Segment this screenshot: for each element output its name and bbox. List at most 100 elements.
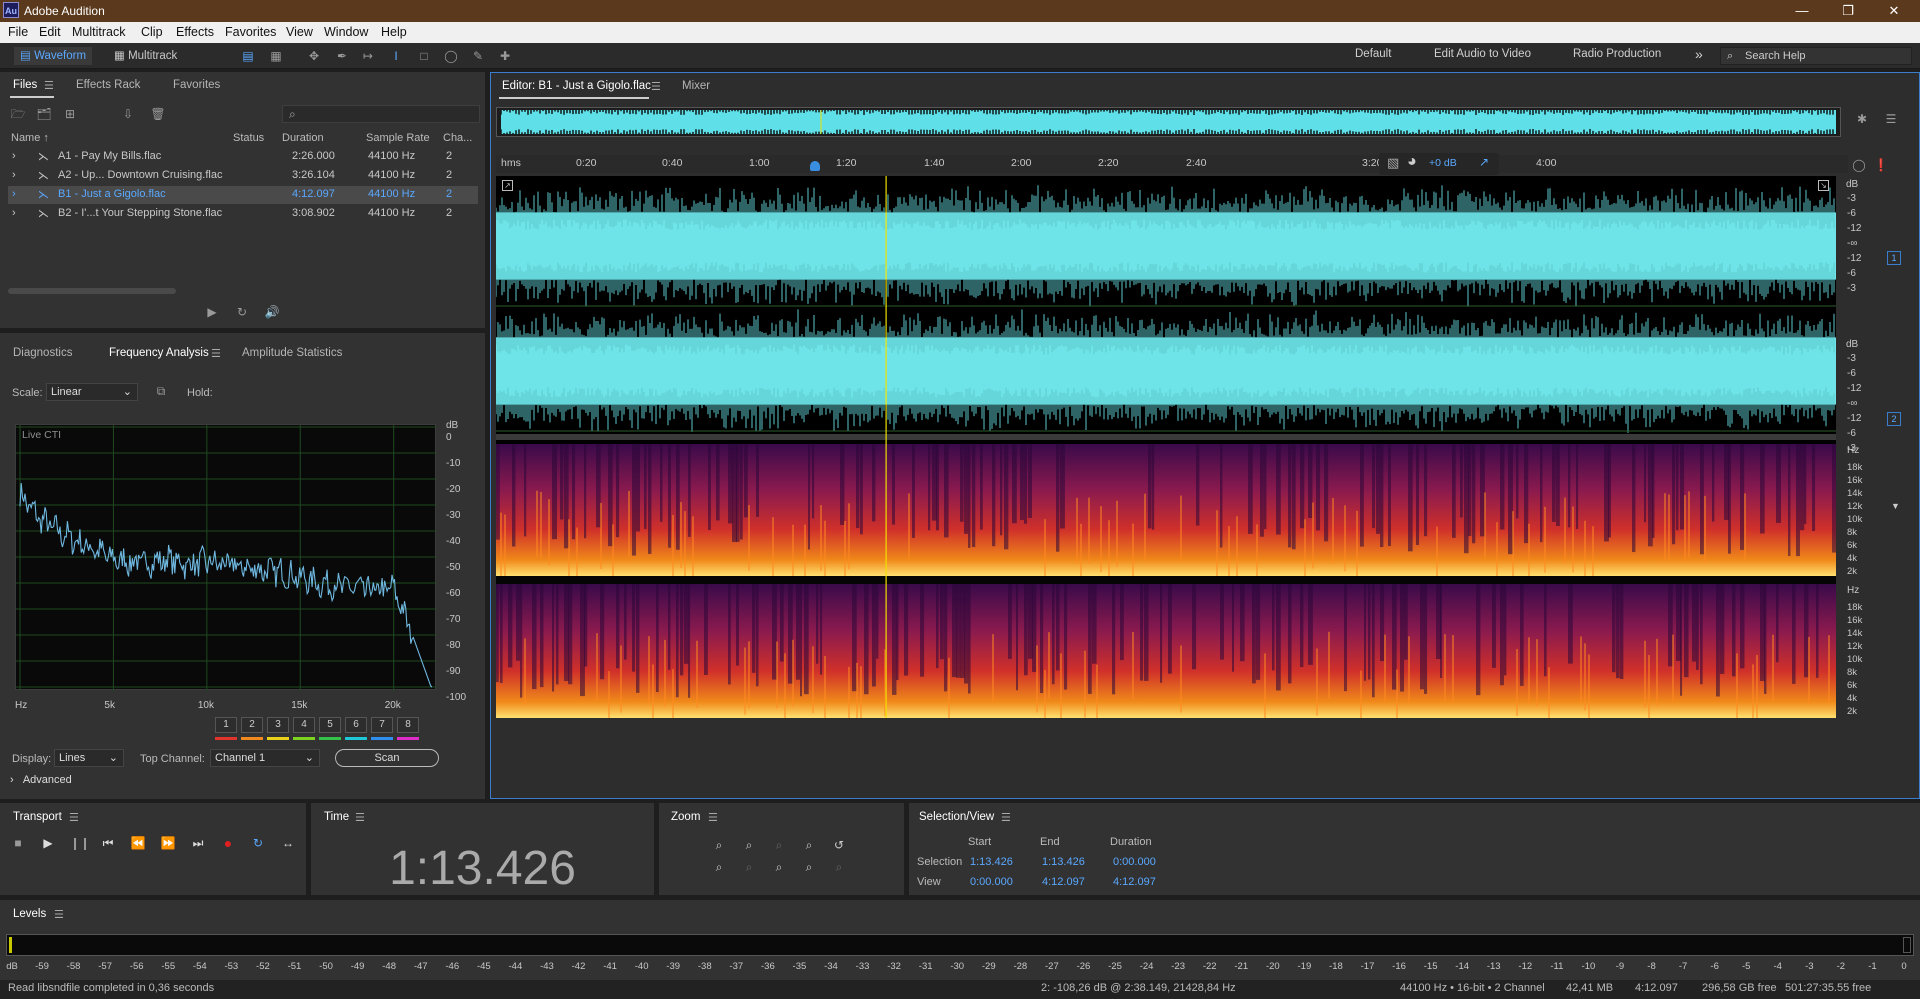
spectral-divider[interactable] — [496, 434, 1836, 440]
loop-playback-icon[interactable]: ↻ — [250, 835, 266, 851]
slip-tool-icon[interactable]: ↦ — [360, 48, 376, 64]
zoom-in-time-icon[interactable]: ⌕ — [801, 837, 817, 853]
menu-help[interactable]: Help — [381, 25, 407, 39]
playhead-handle[interactable] — [810, 161, 820, 171]
multitrack-button[interactable]: ▦ Multitrack — [108, 47, 183, 65]
file-row[interactable]: › ⋋ A1 - Pay My Bills.flac 2:26.000 44100… — [8, 148, 478, 166]
tab-diagnostics[interactable]: Diagnostics — [13, 347, 72, 359]
file-row[interactable]: › ⋋ B2 - I'...t Your Stepping Stone.flac … — [8, 205, 478, 223]
zoom-out-amplitude-icon[interactable]: ⌕ — [741, 837, 757, 853]
top-channel-dropdown[interactable]: Channel 1 ⌄ — [210, 749, 320, 767]
column-duration[interactable]: Duration — [282, 132, 324, 144]
loop-preview-icon[interactable]: ↻ — [234, 304, 250, 320]
selection-start[interactable]: 1:13.426 — [970, 856, 1013, 868]
lasso-tool-icon[interactable]: ◯ — [443, 48, 459, 64]
column-name[interactable]: Name ↑ — [11, 132, 49, 144]
zoom-out-full-icon[interactable]: ↺ — [831, 837, 847, 853]
tab-mixer[interactable]: Mixer — [682, 80, 710, 92]
headphone-icon[interactable]: ◯ — [1851, 157, 1867, 173]
insert-into-multitrack-icon[interactable]: ⇩ — [120, 106, 136, 122]
volume-value[interactable]: +0 dB — [1429, 157, 1457, 169]
go-to-end-icon[interactable]: ⏭ — [190, 835, 206, 851]
search-help-input[interactable]: ⌕ Search Help — [1720, 47, 1912, 65]
expand-icon[interactable]: › — [12, 207, 16, 219]
marquee-tool-icon[interactable]: □ — [416, 48, 432, 64]
workspace-default[interactable]: Default — [1355, 48, 1391, 60]
collapse-spectral-icon[interactable]: ▼ — [1891, 501, 1900, 511]
horizontal-scrollbar[interactable] — [8, 288, 176, 294]
menu-clip[interactable]: Clip — [141, 25, 163, 39]
pause-icon[interactable]: ❙❙ — [70, 835, 90, 851]
copy-graph-icon[interactable]: ⧉ — [153, 383, 169, 399]
waveform-button[interactable]: ▤ Waveform — [14, 47, 93, 65]
selection-duration[interactable]: 0:00.000 — [1113, 856, 1156, 868]
selection-view-menu-icon[interactable]: ☰ — [1001, 811, 1011, 824]
expand-icon[interactable]: › — [12, 150, 16, 162]
razor-tool-icon[interactable]: ✒ — [334, 48, 350, 64]
zoom-right-edge-icon[interactable]: ⌕ — [801, 859, 817, 875]
healing-tool-icon[interactable]: ✚ — [497, 48, 513, 64]
editor-panel-menu-icon[interactable]: ☰ — [651, 80, 661, 93]
zoom-fit-icon[interactable]: ✱ — [1854, 111, 1870, 127]
brush-tool-icon[interactable]: ✎ — [470, 48, 486, 64]
tab-frequency-analysis[interactable]: Frequency Analysis — [109, 347, 209, 359]
transport-menu-icon[interactable]: ☰ — [69, 811, 79, 824]
fast-forward-icon[interactable]: ⏩ — [160, 835, 176, 851]
menu-view[interactable]: View — [286, 25, 313, 39]
open-file-icon[interactable]: 🗁 — [10, 106, 26, 122]
column-sample-rate[interactable]: Sample Rate — [366, 132, 430, 144]
menu-favorites[interactable]: Favorites — [225, 25, 276, 39]
hold-button-6[interactable]: 6 — [345, 717, 367, 733]
delete-file-icon[interactable]: 🗑 — [150, 106, 166, 122]
volume-knob-icon[interactable]: ◕ — [1407, 153, 1417, 171]
zoom-menu-icon[interactable]: ☰ — [708, 811, 718, 824]
time-menu-icon[interactable]: ☰ — [355, 811, 365, 824]
advanced-toggle[interactable]: › Advanced — [10, 774, 72, 786]
marker-icon[interactable]: ❗ — [1873, 157, 1889, 173]
hold-button-3[interactable]: 3 — [267, 717, 289, 733]
move-tool-icon[interactable]: ✥ — [306, 48, 322, 64]
spectral-display-icon[interactable]: ▤ — [240, 48, 256, 64]
record-icon[interactable]: ● — [220, 835, 236, 851]
maximize-icon[interactable]: ❐ — [1826, 0, 1870, 22]
hold-button-5[interactable]: 5 — [319, 717, 341, 733]
go-to-start-icon[interactable]: ⏮ — [100, 835, 116, 851]
tab-effects-rack[interactable]: Effects Rack — [76, 79, 140, 91]
play-preview-icon[interactable]: ▶ — [204, 304, 220, 320]
menu-file[interactable]: File — [8, 25, 28, 39]
column-status[interactable]: Status — [233, 132, 264, 144]
auto-play-icon[interactable]: 🔊 — [264, 304, 280, 320]
skip-selection-icon[interactable]: ↔ — [280, 835, 296, 851]
more-workspaces-icon[interactable]: » — [1695, 46, 1703, 62]
zoom-in-amplitude-icon[interactable]: ⌕ — [711, 837, 727, 853]
column-channels[interactable]: Cha... — [443, 132, 472, 144]
channel-1-enable-button[interactable]: 1 — [1887, 251, 1901, 265]
waveform-area[interactable]: ↗ ↘ — [496, 176, 1836, 718]
zoom-out-time-icon[interactable]: ⌕ — [711, 859, 727, 875]
hold-button-7[interactable]: 7 — [371, 717, 393, 733]
pin-hud-icon[interactable]: ↗ — [1479, 155, 1489, 169]
tab-editor[interactable]: Editor: B1 - Just a Gigolo.flac — [502, 80, 651, 92]
play-icon[interactable]: ▶ — [40, 835, 56, 851]
view-duration[interactable]: 4:12.097 — [1113, 876, 1156, 888]
file-row-selected[interactable]: › ⋋ B1 - Just a Gigolo.flac 4:12.097 4410… — [8, 186, 478, 204]
hold-button-2[interactable]: 2 — [241, 717, 263, 733]
workspace-edit-audio-to-video[interactable]: Edit Audio to Video — [1434, 48, 1531, 60]
minimize-icon[interactable]: — — [1780, 0, 1824, 22]
file-row[interactable]: › ⋋ A2 - Up... Downtown Cruising.flac 3:2… — [8, 167, 478, 185]
view-start[interactable]: 0:00.000 — [970, 876, 1013, 888]
clip-indicator[interactable] — [1903, 937, 1911, 953]
workspace-radio-production[interactable]: Radio Production — [1573, 48, 1661, 60]
hold-button-8[interactable]: 8 — [397, 717, 419, 733]
menu-edit[interactable]: Edit — [39, 25, 61, 39]
time-display[interactable]: 1:13.426 — [311, 841, 654, 896]
expand-icon[interactable]: › — [12, 169, 16, 181]
channel-toggle-icon[interactable]: ↗ — [502, 180, 513, 191]
channel-2-enable-button[interactable]: 2 — [1887, 412, 1901, 426]
tab-favorites[interactable]: Favorites — [173, 79, 220, 91]
scan-button[interactable]: Scan — [335, 749, 439, 767]
spectral-pitch-icon[interactable]: ▦ — [268, 48, 284, 64]
hold-button-1[interactable]: 1 — [215, 717, 237, 733]
time-selection-tool-icon[interactable]: I — [388, 48, 404, 64]
hold-button-4[interactable]: 4 — [293, 717, 315, 733]
